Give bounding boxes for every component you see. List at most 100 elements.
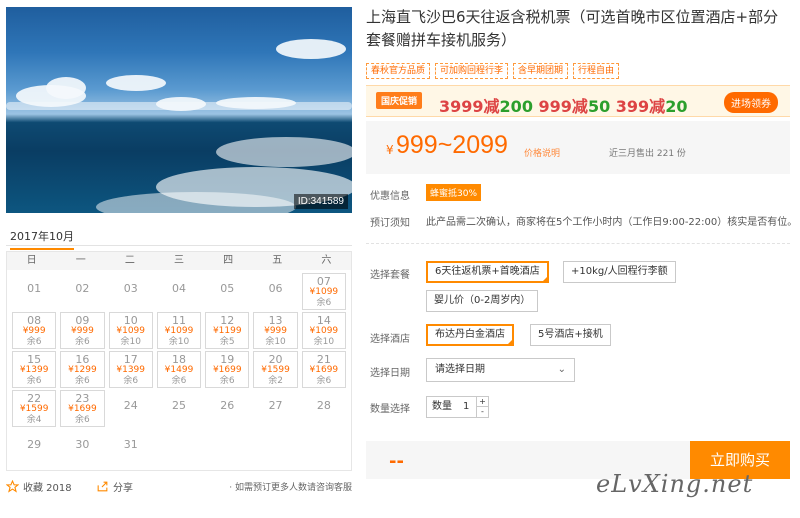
day-number: 28 — [316, 399, 331, 412]
star-icon — [6, 480, 19, 493]
calendar-day-available[interactable]: 19 ¥1699 余6 — [205, 351, 250, 388]
calendar-day-available[interactable]: 15 ¥1399 余6 — [12, 351, 57, 388]
package-option-infant[interactable]: 婴儿价（0-2周岁内） — [426, 290, 539, 312]
sales-count: 近三月售出 221 份 — [609, 149, 686, 159]
day-stock: 余6 — [123, 376, 139, 386]
day-price: ¥1399 — [19, 365, 49, 375]
total-price: -- — [389, 451, 404, 472]
day-number: 01 — [27, 282, 42, 295]
calendar-day: 05 — [205, 273, 249, 310]
calendar-day-available[interactable]: 20 ¥1599 余2 — [253, 351, 298, 388]
product-photo: ID:341589 — [6, 7, 352, 213]
day-price: ¥1699 — [212, 365, 242, 375]
day-number: 27 — [268, 399, 283, 412]
weekday-header: 四 — [223, 255, 234, 266]
chevron-down-icon: ⌄ — [557, 364, 566, 375]
discount-badge: 蜂蜜抵30% — [426, 184, 482, 201]
day-stock: 余6 — [316, 298, 332, 308]
quantity-label: 数量选择 — [370, 404, 410, 415]
quantity-stepper[interactable]: 数量 1 + - — [426, 396, 489, 418]
day-price: ¥1699 — [68, 404, 97, 414]
day-price: ¥1499 — [164, 365, 194, 375]
product-title: 上海直飞沙巴6天往返含税机票（可选首晚市区位置酒店+部分套餐赠拼车接机服务） — [366, 8, 779, 49]
date-select[interactable]: 请选择日期 ⌄ — [426, 358, 575, 382]
day-price: ¥999 — [22, 326, 46, 336]
day-stock: 余6 — [171, 376, 187, 386]
image-id-label: ID:341589 — [293, 194, 348, 209]
calendar-day-available[interactable]: 21 ¥1699 余6 — [301, 351, 346, 388]
day-stock: 余10 — [265, 337, 286, 347]
weekday-header: 五 — [272, 255, 283, 266]
day-number: 16 — [75, 353, 90, 366]
product-tag: 可加购回程行李 — [435, 63, 509, 79]
date-select-value: 请选择日期 — [435, 364, 485, 375]
day-stock: 余6 — [316, 376, 332, 386]
day-number: 29 — [27, 438, 42, 451]
day-number: 09 — [75, 314, 90, 327]
quantity-increase-button[interactable]: + — [476, 397, 488, 407]
package-option-flight-hotel[interactable]: 6天往返机票+首晚酒店 — [426, 261, 549, 283]
calendar-day: 03 — [109, 273, 153, 310]
calendar-day-available[interactable]: 13 ¥999 余10 — [253, 312, 298, 349]
calendar-day-available[interactable]: 17 ¥1399 余6 — [108, 351, 153, 388]
calendar-day-available[interactable]: 14 ¥1099 余10 — [301, 312, 346, 349]
day-stock: 余10 — [313, 337, 335, 347]
calendar-day: 02 — [60, 273, 104, 310]
day-number: 05 — [220, 282, 235, 295]
day-number: 25 — [171, 399, 186, 412]
day-price: ¥1199 — [212, 326, 242, 336]
day-number: 24 — [123, 399, 138, 412]
favorite-label: 收藏 2018 — [23, 483, 72, 494]
day-price: ¥999 — [264, 326, 288, 336]
day-price: ¥1599 — [261, 365, 290, 375]
calendar-day: 28 — [302, 390, 346, 427]
share-label: 分享 — [113, 483, 133, 494]
calendar-day-available[interactable]: 07 ¥1099 余6 — [301, 273, 346, 310]
day-number: 11 — [171, 314, 186, 327]
favorite-button[interactable]: 收藏 2018 — [6, 479, 72, 494]
day-stock: 余6 — [75, 337, 90, 347]
claim-coupon-button[interactable]: 进场领券 — [724, 92, 778, 113]
product-tag: 行程自由 — [573, 63, 620, 79]
calendar-day-available[interactable]: 11 ¥1099 余10 — [156, 312, 202, 349]
weekday-header: 一 — [75, 255, 86, 266]
day-price: ¥1099 — [309, 326, 339, 336]
package-option-luggage[interactable]: +10kg/人回程行李额 — [563, 261, 676, 283]
day-number: 02 — [75, 282, 90, 295]
quantity-text: 数量 — [432, 401, 452, 412]
quantity-decrease-button[interactable]: - — [476, 407, 488, 417]
hotel-option-5-airport[interactable]: 5号酒店+接机 — [530, 324, 611, 346]
day-stock: 余5 — [219, 337, 235, 347]
day-stock: 余6 — [75, 376, 90, 386]
calendar-day-available[interactable]: 09 ¥999 余6 — [60, 312, 105, 349]
calendar-weekdays: 日一二三四五六 — [7, 252, 351, 270]
price-range: 999~2099 — [396, 131, 508, 159]
day-number: 26 — [220, 399, 235, 412]
calendar-day-available[interactable]: 16 ¥1299 余6 — [60, 351, 105, 388]
price-currency: ¥ — [386, 143, 394, 157]
calendar-day-available[interactable]: 12 ¥1199 余5 — [205, 312, 250, 349]
booking-notice-text: 此产品需二次确认，商家将在5个工作小时内（工作日9:00-22:00）核实是否有… — [426, 217, 798, 228]
calendar-month-tab[interactable]: 2017年10月 — [10, 228, 74, 250]
day-stock: 余4 — [26, 415, 42, 425]
product-tags: 春秋官方品质 可加购回程行李 含早期团期 行程自由 — [366, 63, 620, 79]
share-button[interactable]: 分享 — [96, 479, 133, 494]
product-tag: 春秋官方品质 — [366, 63, 431, 79]
calendar-day-available[interactable]: 23 ¥1699 余6 — [60, 390, 105, 427]
quantity-value[interactable]: 1 — [463, 397, 469, 417]
day-number: 13 — [268, 314, 283, 327]
calendar-day-available[interactable]: 08 ¥999 余6 — [12, 312, 57, 349]
offer-threshold: 3999减 — [439, 97, 500, 116]
day-price: ¥999 — [70, 326, 94, 336]
day-number: 14 — [316, 314, 331, 327]
hotel-option-platinum[interactable]: 布达丹白金酒店 — [426, 324, 514, 346]
contact-service-note[interactable]: · 如需预订更多人数请咨询客服 — [229, 480, 352, 493]
offer-threshold: 999减 — [538, 97, 588, 116]
calendar-day: 01 — [12, 273, 56, 310]
calendar-day-available[interactable]: 10 ¥1099 余10 — [108, 312, 153, 349]
day-number: 06 — [268, 282, 283, 295]
day-number: 04 — [171, 282, 186, 295]
calendar-day-available[interactable]: 22 ¥1599 余4 — [12, 390, 57, 427]
calendar-day-available[interactable]: 18 ¥1499 余6 — [156, 351, 202, 388]
price-explain-link[interactable]: 价格说明 — [524, 146, 560, 159]
